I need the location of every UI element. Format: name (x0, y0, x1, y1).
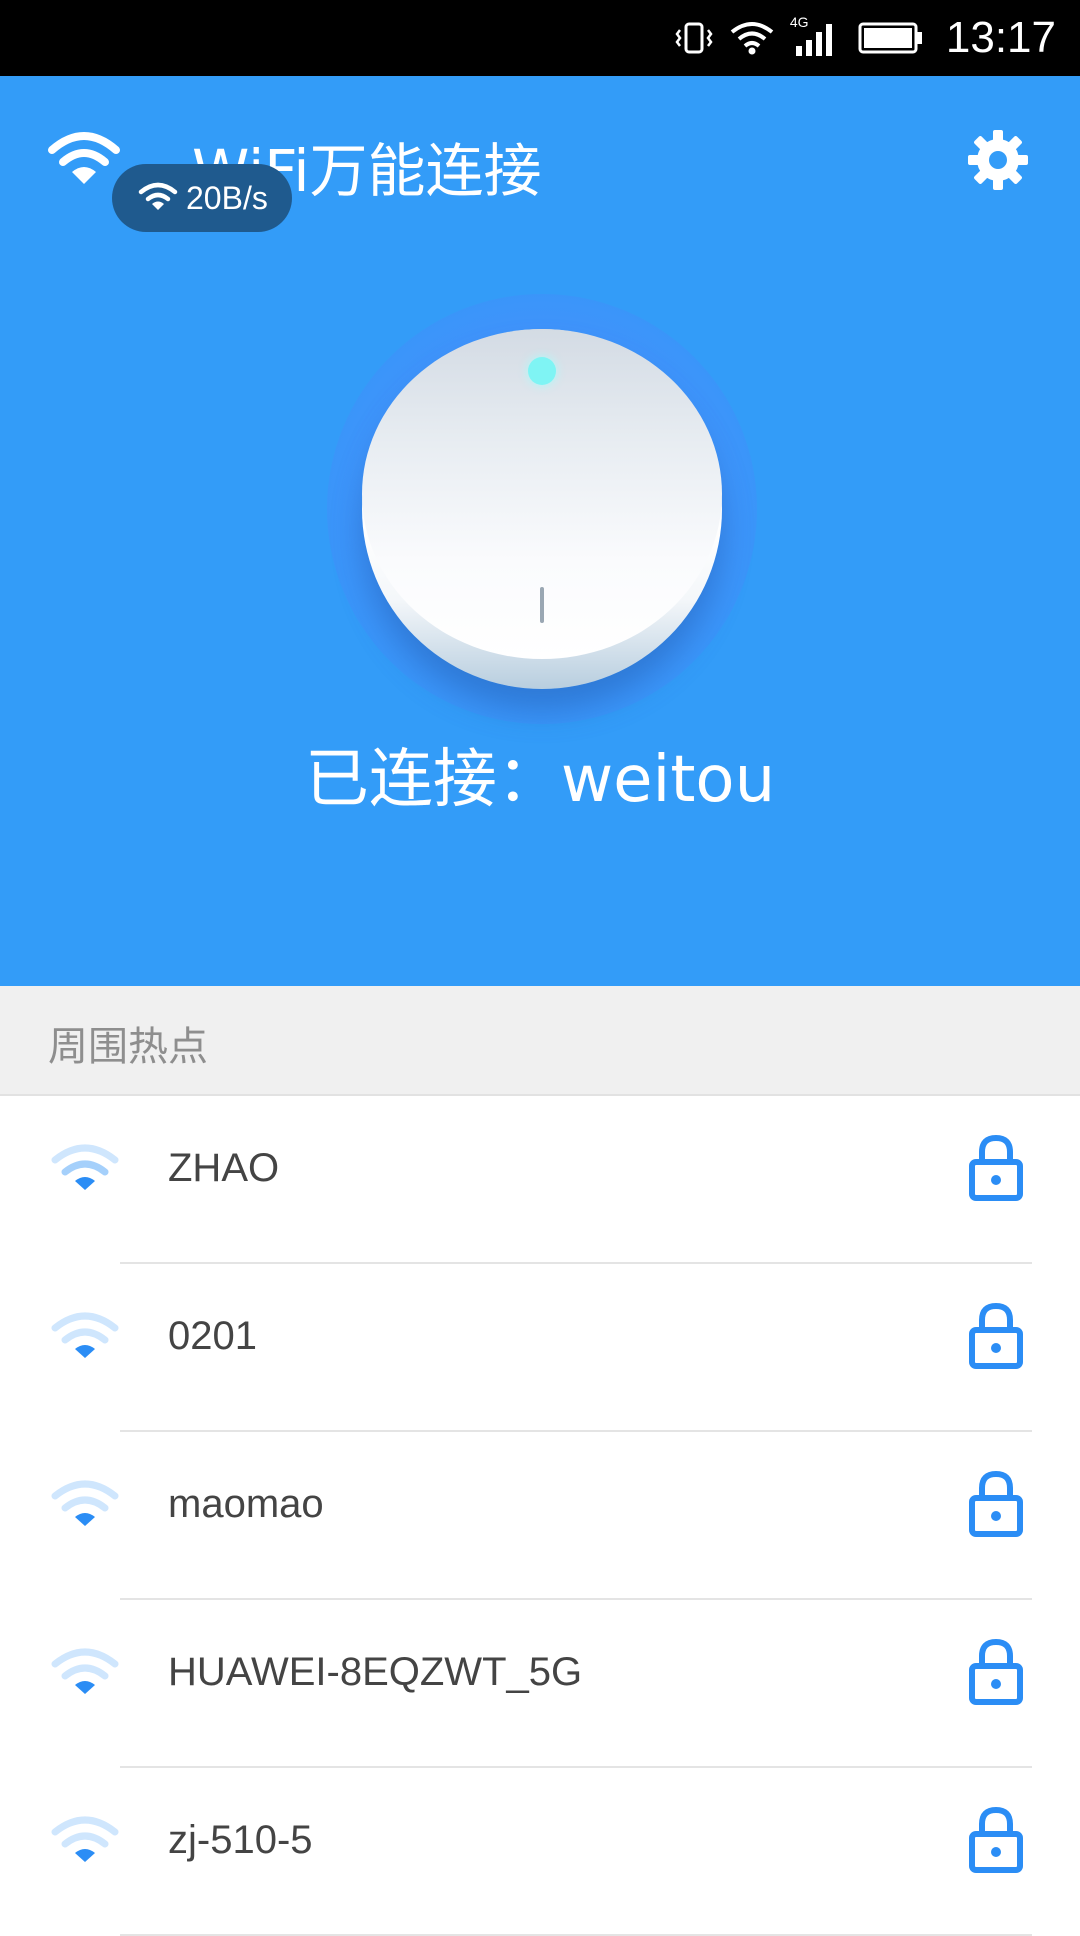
wifi-icon (50, 1476, 120, 1534)
hotspot-ssid: HUAWEI-8EQZWT_5G (168, 1650, 583, 1694)
status-icons: 4G 13:17 (674, 0, 1056, 76)
speed-value: 20B/s (186, 179, 268, 216)
wifi-icon (138, 181, 178, 215)
lock-icon (968, 1468, 1024, 1538)
wifi-signal-icon (730, 20, 774, 56)
lock-icon (968, 1804, 1024, 1874)
hotspot-ssid: 0201 (168, 1314, 257, 1358)
hotspot-item[interactable]: HUAWEI-8EQZWT_5G (0, 1600, 1080, 1768)
lock-icon (968, 1132, 1024, 1202)
hotspot-list: ZHAO 0201 maomao HUAWEI-8EQZWT_5G zj-510… (0, 1096, 1080, 1936)
hotspot-item[interactable]: ZHAO (0, 1096, 1080, 1264)
status-time: 13:17 (945, 13, 1056, 62)
speed-badge: 20B/s (112, 164, 292, 232)
lock-icon (968, 1300, 1024, 1370)
wifi-icon (50, 1308, 120, 1366)
hotspot-item[interactable]: 0201 (0, 1264, 1080, 1432)
network-type-label: 4G (789, 14, 809, 30)
connection-status: 已连接：weitou (304, 743, 776, 817)
connect-knob-button[interactable] (362, 329, 722, 689)
section-header: 周围热点 (0, 986, 1080, 1096)
hotspot-item[interactable]: maomao (0, 1432, 1080, 1600)
wifi-icon (50, 1644, 120, 1702)
battery-icon (858, 21, 924, 55)
settings-gear-icon[interactable] (966, 128, 1030, 192)
hotspot-ssid: ZHAO (168, 1146, 280, 1190)
vibrate-icon (674, 18, 714, 58)
hotspot-ssid: zj-510-5 (168, 1818, 313, 1862)
hotspot-ssid: maomao (168, 1482, 324, 1526)
status-led (528, 357, 556, 385)
hotspot-item[interactable]: zj-510-5 (0, 1768, 1080, 1936)
lock-icon (968, 1636, 1024, 1706)
wifi-icon (48, 128, 120, 188)
header: WiFi万能连接 20B/s 已连接：weitou (0, 76, 1080, 986)
wifi-icon (50, 1812, 120, 1870)
cellular-signal-icon: 4G (790, 14, 842, 58)
section-title: 周围热点 (48, 1024, 208, 1070)
status-bar: 4G 13:17 (0, 0, 1080, 76)
knob-indicator-mark (540, 587, 544, 623)
wifi-icon (50, 1140, 120, 1198)
